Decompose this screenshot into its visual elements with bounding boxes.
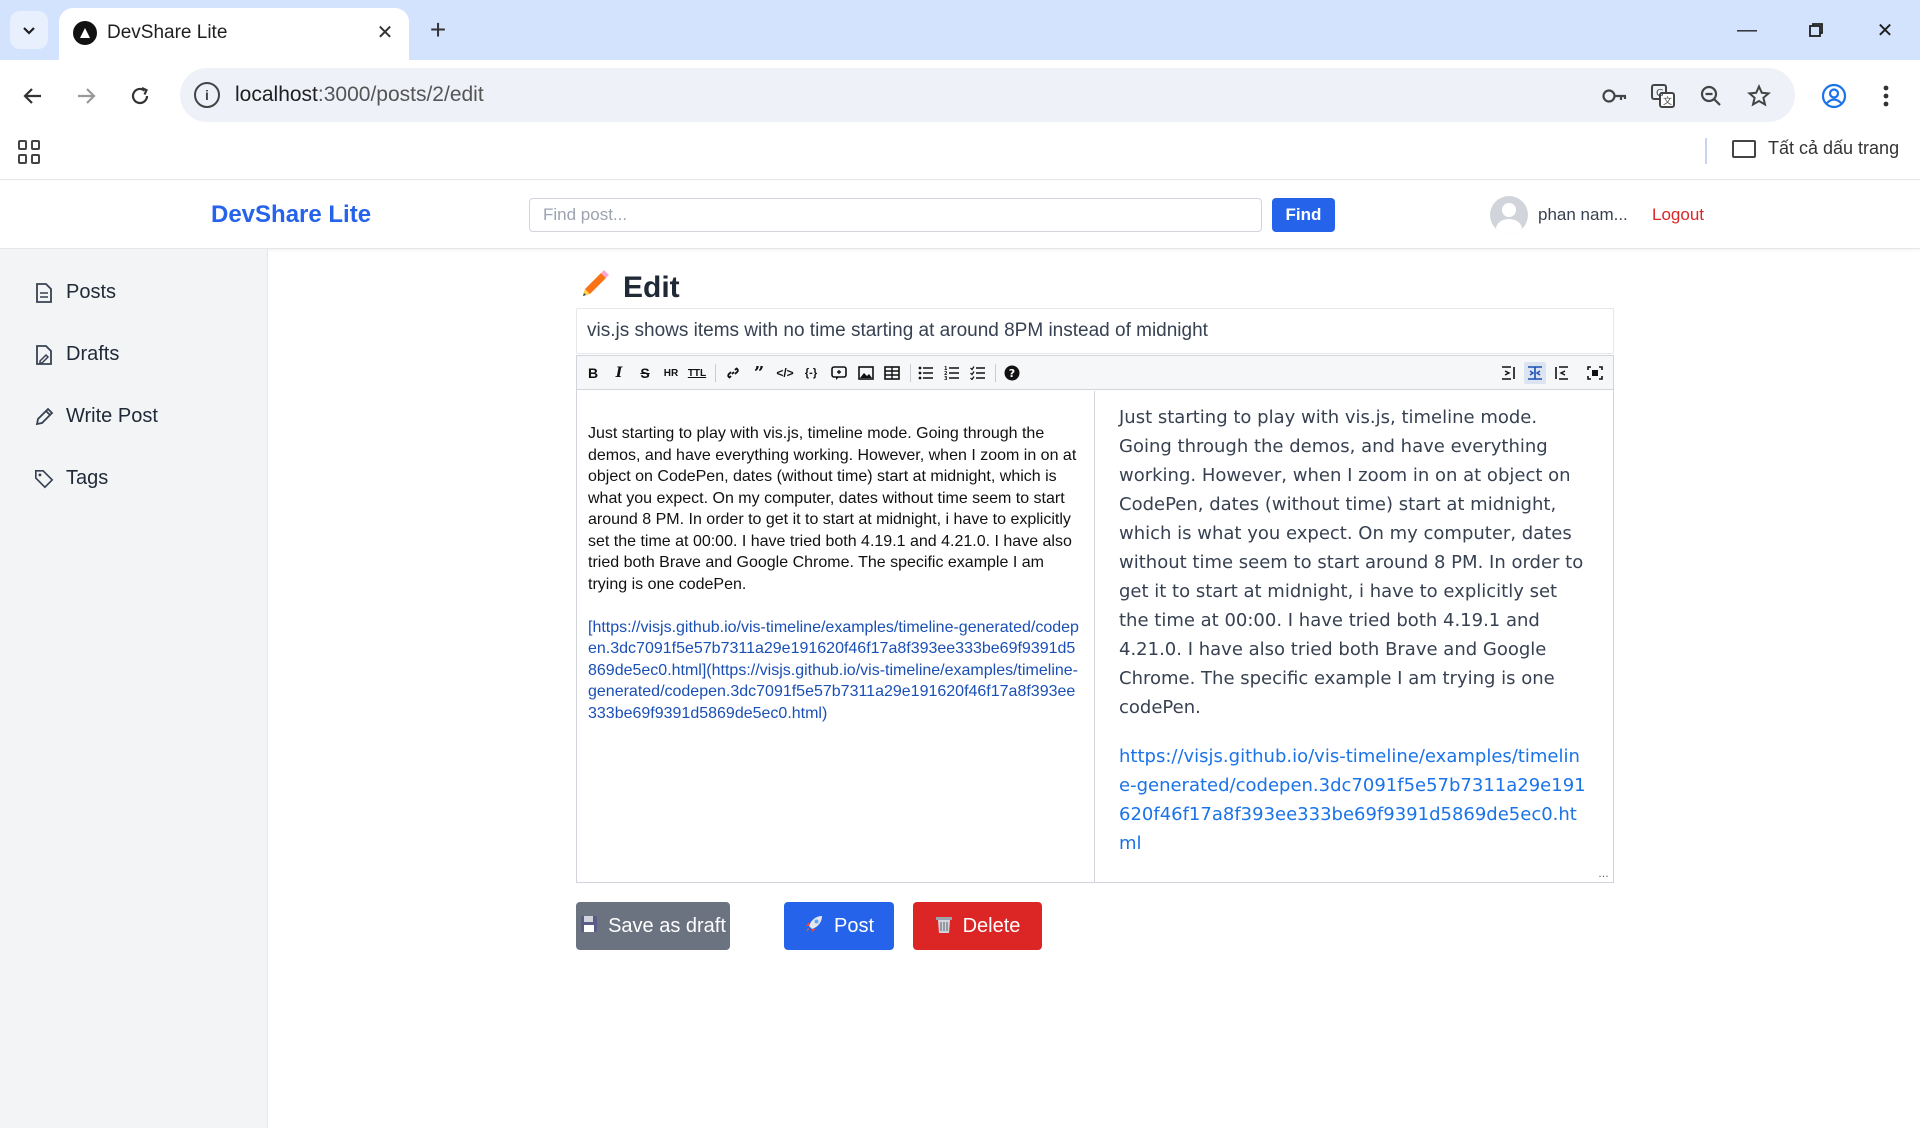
page-title-text: Edit [623, 271, 680, 304]
site-info-icon[interactable]: i [194, 82, 220, 108]
comment-icon[interactable] [828, 362, 850, 384]
reload-icon[interactable] [120, 76, 160, 116]
rocket-icon [804, 914, 824, 939]
post-label: Post [833, 914, 875, 937]
address-bar[interactable]: i localhost:3000/posts/2/edit G文 [180, 68, 1795, 122]
sidebar-item-label: Tags [66, 467, 109, 489]
brand-logo[interactable]: DevShare Lite [211, 201, 371, 229]
pencil-icon [34, 406, 54, 428]
sidebar-item-tags[interactable]: Tags [34, 467, 108, 490]
tag-icon [34, 468, 54, 490]
sidebar-item-label: Drafts [66, 343, 120, 365]
page-title: Edit [579, 268, 680, 308]
editor-toolbar: B I S HR TTL ” </> {-} 1 2 3 ? [577, 356, 1613, 390]
tab-title: DevShare Lite [107, 22, 228, 43]
delete-label: Delete [962, 914, 1021, 937]
translate-icon[interactable]: G文 [1648, 81, 1678, 111]
svg-text:3: 3 [944, 376, 948, 380]
image-icon[interactable] [855, 362, 877, 384]
markdown-paragraph: Just starting to play with vis.js, timel… [588, 425, 1077, 593]
pencil-emoji-icon [579, 268, 611, 308]
minimize-icon[interactable]: — [1725, 12, 1769, 48]
window-close-icon[interactable]: ✕ [1863, 12, 1907, 48]
toolbar-divider [910, 364, 911, 382]
ordered-list-icon[interactable]: 123 [941, 362, 963, 384]
restore-icon[interactable] [1794, 12, 1838, 48]
save-draft-label: Save as draft [608, 914, 726, 937]
svg-text:文: 文 [1663, 95, 1672, 107]
bookmarks-bar: Tất cả dấu trang [0, 132, 1920, 180]
svg-text:?: ? [1009, 367, 1015, 380]
close-icon[interactable]: ✕ [371, 18, 399, 46]
bookmarks-divider [1705, 138, 1707, 164]
all-bookmarks-button[interactable]: Tất cả dấu trang [1732, 138, 1899, 159]
code-block-icon[interactable]: {-} [800, 362, 822, 384]
floppy-disk-icon [580, 915, 598, 938]
tab-search-button[interactable] [10, 11, 48, 49]
find-button[interactable]: Find [1272, 198, 1335, 232]
browser-tab[interactable]: DevShare Lite ✕ [59, 8, 409, 60]
wastebasket-icon [935, 914, 953, 939]
sidebar-item-drafts[interactable]: Drafts [34, 343, 119, 366]
toolbar-divider [995, 364, 996, 382]
markdown-editor: B I S HR TTL ” </> {-} 1 2 3 ? Just star… [576, 355, 1614, 883]
preview-only-icon[interactable] [1550, 362, 1572, 384]
draft-icon [34, 344, 54, 366]
strikethrough-icon[interactable]: S [634, 362, 656, 384]
folder-icon [1732, 139, 1756, 158]
sidebar-item-write-post[interactable]: Write Post [34, 405, 158, 428]
post-button[interactable]: Post [784, 902, 894, 950]
quote-icon[interactable]: ” [748, 362, 770, 384]
toolbar-divider [715, 364, 716, 382]
username[interactable]: phan nam... [1538, 205, 1628, 225]
fullscreen-icon[interactable] [1584, 362, 1606, 384]
main-content: Edit B I S HR TTL ” </> {-} [268, 249, 1920, 1128]
title-icon[interactable]: TTL [686, 362, 708, 384]
table-icon[interactable] [881, 362, 903, 384]
preview-paragraph: Just starting to play with vis.js, timel… [1119, 407, 1584, 718]
save-draft-button[interactable]: Save as draft [576, 902, 730, 950]
link-icon[interactable] [722, 362, 744, 384]
delete-button[interactable]: Delete [913, 902, 1042, 950]
forward-arrow-icon[interactable] [66, 76, 106, 116]
preview-link[interactable]: https://visjs.github.io/vis-timeline/exa… [1119, 742, 1590, 858]
logout-link[interactable]: Logout [1652, 205, 1704, 225]
profile-icon[interactable] [1814, 76, 1854, 116]
favicon-icon [73, 21, 97, 45]
browser-tab-strip: DevShare Lite ✕ + — ✕ [0, 0, 1920, 60]
code-icon[interactable]: </> [774, 362, 796, 384]
kebab-menu-icon[interactable] [1866, 76, 1906, 116]
live-preview-icon[interactable] [1524, 362, 1546, 384]
new-tab-button[interactable]: + [420, 12, 456, 48]
markdown-link-text: [https://visjs.github.io/vis-timeline/ex… [588, 618, 1079, 722]
unordered-list-icon[interactable] [915, 362, 937, 384]
browser-toolbar: i localhost:3000/posts/2/edit G文 [0, 60, 1920, 132]
document-icon [34, 282, 54, 304]
resize-handle[interactable]: … [1598, 868, 1609, 880]
hr-icon[interactable]: HR [660, 362, 682, 384]
help-icon[interactable]: ? [1001, 362, 1023, 384]
chevron-down-icon [23, 27, 35, 35]
zoom-out-icon[interactable] [1696, 81, 1726, 111]
sidebar: Posts Drafts Write Post Tags [0, 249, 268, 1128]
app-header: DevShare Lite Find phan nam... Logout [0, 181, 1920, 249]
password-key-icon[interactable] [1600, 81, 1630, 111]
post-title-input[interactable] [576, 308, 1614, 354]
sidebar-item-label: Posts [66, 281, 117, 303]
back-arrow-icon[interactable] [13, 76, 53, 116]
bold-icon[interactable]: B [582, 362, 604, 384]
apps-grid-icon[interactable] [18, 140, 42, 164]
url-text: localhost:3000/posts/2/edit [235, 83, 484, 106]
checked-list-icon[interactable] [967, 362, 989, 384]
edit-only-icon[interactable] [1498, 362, 1520, 384]
all-bookmarks-label: Tất cả dấu trang [1768, 138, 1900, 158]
markdown-source-pane[interactable]: Just starting to play with vis.js, timel… [577, 391, 1095, 882]
sidebar-item-label: Write Post [66, 405, 158, 427]
search-input[interactable] [529, 198, 1262, 232]
avatar[interactable] [1490, 196, 1528, 234]
star-icon[interactable] [1744, 81, 1774, 111]
italic-icon[interactable]: I [608, 362, 630, 384]
sidebar-item-posts[interactable]: Posts [34, 281, 116, 304]
markdown-preview-pane: Just starting to play with vis.js, timel… [1096, 391, 1613, 882]
